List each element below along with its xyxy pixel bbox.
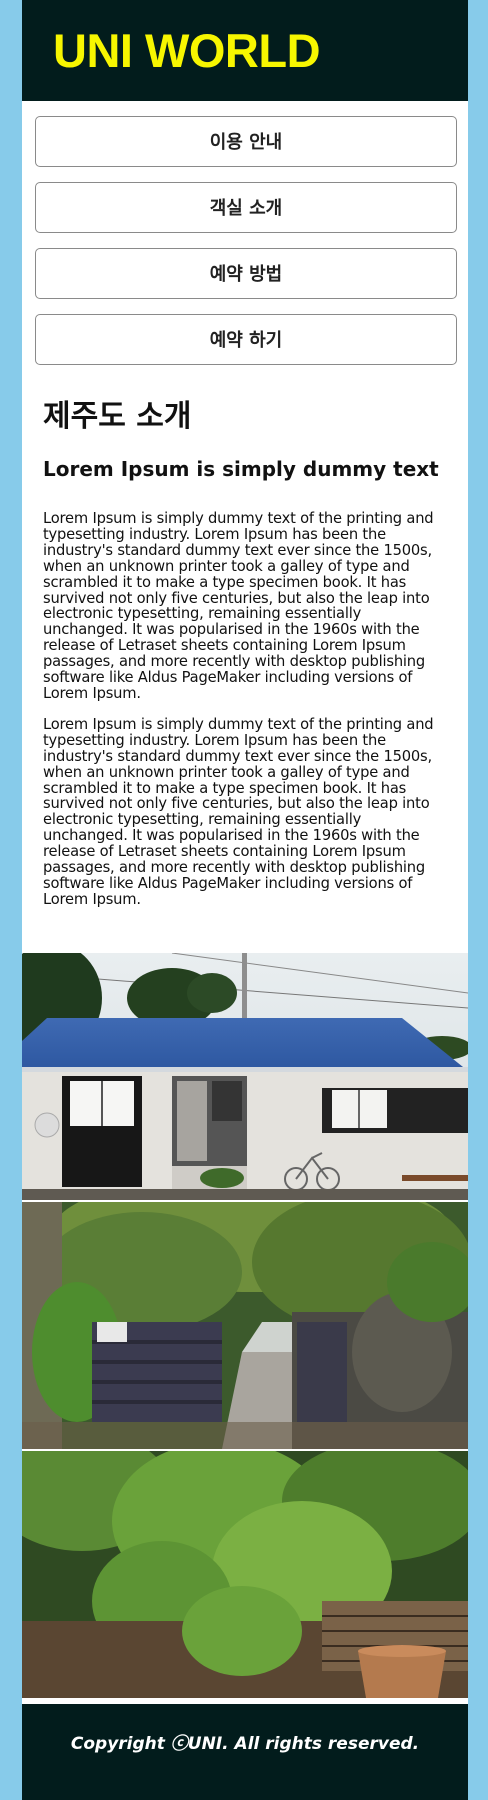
nav-button-reservation-method[interactable]: 예약 방법 <box>35 248 457 299</box>
section-subtitle: Lorem Ipsum is simply dummy text <box>43 457 439 481</box>
main-nav: 이용 안내 객실 소개 예약 방법 예약 하기 <box>22 101 468 365</box>
page-container: UNI WORLD 이용 안내 객실 소개 예약 방법 예약 하기 제주도 소개… <box>22 0 468 1800</box>
nav-button-make-reservation[interactable]: 예약 하기 <box>35 314 457 365</box>
nav-button-room-intro[interactable]: 객실 소개 <box>35 182 457 233</box>
site-footer: Copyright ⓒUNI. All rights reserved. <box>22 1704 468 1800</box>
garden-path-photo <box>22 1200 468 1449</box>
page-title: 제주도 소개 <box>43 399 192 434</box>
copyright-text: Copyright ⓒUNI. All rights reserved. <box>70 1734 420 1754</box>
intro-section: 제주도 소개 Lorem Ipsum is simply dummy text … <box>22 380 468 908</box>
garden-bush-photo <box>22 1449 468 1698</box>
house-photo <box>22 953 468 1200</box>
site-header: UNI WORLD <box>22 0 468 101</box>
body-paragraph: Lorem Ipsum is simply dummy text of the … <box>43 715 434 908</box>
site-logo[interactable]: UNI WORLD <box>53 23 321 78</box>
body-paragraph: Lorem Ipsum is simply dummy text of the … <box>43 510 434 702</box>
nav-button-usage-guide[interactable]: 이용 안내 <box>35 116 457 167</box>
photo-gallery <box>22 953 468 1698</box>
